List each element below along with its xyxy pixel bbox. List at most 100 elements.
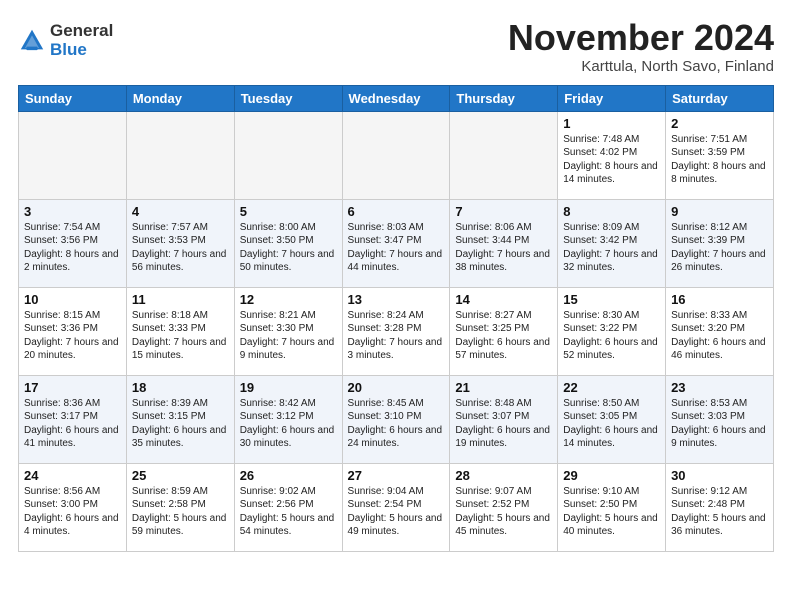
weekday-tuesday: Tuesday xyxy=(234,85,342,111)
weekday-sunday: Sunday xyxy=(19,85,127,111)
day-info: Sunrise: 8:12 AM Sunset: 3:39 PM Dayligh… xyxy=(671,221,768,275)
calendar-cell xyxy=(126,111,234,199)
day-number: 13 xyxy=(348,292,445,307)
day-info: Sunrise: 9:07 AM Sunset: 2:52 PM Dayligh… xyxy=(455,485,552,539)
day-number: 28 xyxy=(455,468,552,483)
day-info: Sunrise: 8:42 AM Sunset: 3:12 PM Dayligh… xyxy=(240,397,337,451)
calendar-cell: 27 Sunrise: 9:04 AM Sunset: 2:54 PM Dayli… xyxy=(342,463,450,551)
calendar-cell: 11 Sunrise: 8:18 AM Sunset: 3:33 PM Dayli… xyxy=(126,287,234,375)
calendar-cell: 19 Sunrise: 8:42 AM Sunset: 3:12 PM Dayli… xyxy=(234,375,342,463)
calendar-cell: 6 Sunrise: 8:03 AM Sunset: 3:47 PM Daylig… xyxy=(342,199,450,287)
day-info: Sunrise: 9:04 AM Sunset: 2:54 PM Dayligh… xyxy=(348,485,445,539)
day-number: 20 xyxy=(348,380,445,395)
calendar-cell: 23 Sunrise: 8:53 AM Sunset: 3:03 PM Dayli… xyxy=(666,375,774,463)
calendar-cell: 4 Sunrise: 7:57 AM Sunset: 3:53 PM Daylig… xyxy=(126,199,234,287)
day-info: Sunrise: 8:06 AM Sunset: 3:44 PM Dayligh… xyxy=(455,221,552,275)
day-info: Sunrise: 7:54 AM Sunset: 3:56 PM Dayligh… xyxy=(24,221,121,275)
day-info: Sunrise: 8:00 AM Sunset: 3:50 PM Dayligh… xyxy=(240,221,337,275)
day-info: Sunrise: 8:09 AM Sunset: 3:42 PM Dayligh… xyxy=(563,221,660,275)
day-number: 23 xyxy=(671,380,768,395)
day-info: Sunrise: 8:21 AM Sunset: 3:30 PM Dayligh… xyxy=(240,309,337,363)
day-info: Sunrise: 8:53 AM Sunset: 3:03 PM Dayligh… xyxy=(671,397,768,451)
weekday-friday: Friday xyxy=(558,85,666,111)
calendar-cell: 7 Sunrise: 8:06 AM Sunset: 3:44 PM Daylig… xyxy=(450,199,558,287)
week-row-3: 17 Sunrise: 8:36 AM Sunset: 3:17 PM Dayli… xyxy=(19,375,774,463)
day-number: 19 xyxy=(240,380,337,395)
day-number: 15 xyxy=(563,292,660,307)
day-number: 30 xyxy=(671,468,768,483)
day-number: 24 xyxy=(24,468,121,483)
month-title: November 2024 xyxy=(508,18,774,58)
location: Karttula, North Savo, Finland xyxy=(508,58,774,75)
day-number: 21 xyxy=(455,380,552,395)
calendar-cell: 2 Sunrise: 7:51 AM Sunset: 3:59 PM Daylig… xyxy=(666,111,774,199)
day-info: Sunrise: 9:12 AM Sunset: 2:48 PM Dayligh… xyxy=(671,485,768,539)
header: General Blue November 2024 Karttula, Nor… xyxy=(18,18,774,75)
calendar-cell: 22Sunrise: 8:50 AM Sunset: 3:05 PM Dayli… xyxy=(558,375,666,463)
calendar-cell xyxy=(234,111,342,199)
calendar-cell: 8Sunrise: 8:09 AM Sunset: 3:42 PM Daylig… xyxy=(558,199,666,287)
day-number: 7 xyxy=(455,204,552,219)
page: General Blue November 2024 Karttula, Nor… xyxy=(0,0,792,562)
day-number: 17 xyxy=(24,380,121,395)
logo-icon xyxy=(18,27,46,55)
day-info: Sunrise: 8:45 AM Sunset: 3:10 PM Dayligh… xyxy=(348,397,445,451)
calendar-cell xyxy=(342,111,450,199)
day-info: Sunrise: 8:15 AM Sunset: 3:36 PM Dayligh… xyxy=(24,309,121,363)
day-number: 29 xyxy=(563,468,660,483)
day-info: Sunrise: 8:03 AM Sunset: 3:47 PM Dayligh… xyxy=(348,221,445,275)
day-number: 22 xyxy=(563,380,660,395)
calendar-cell xyxy=(19,111,127,199)
calendar-cell: 5 Sunrise: 8:00 AM Sunset: 3:50 PM Daylig… xyxy=(234,199,342,287)
weekday-monday: Monday xyxy=(126,85,234,111)
day-info: Sunrise: 8:36 AM Sunset: 3:17 PM Dayligh… xyxy=(24,397,121,451)
day-info: Sunrise: 9:02 AM Sunset: 2:56 PM Dayligh… xyxy=(240,485,337,539)
day-info: Sunrise: 8:56 AM Sunset: 3:00 PM Dayligh… xyxy=(24,485,121,539)
day-info: Sunrise: 8:48 AM Sunset: 3:07 PM Dayligh… xyxy=(455,397,552,451)
calendar-cell: 15 Sunrise: 8:30 AM Sunset: 3:22 PM Dayli… xyxy=(558,287,666,375)
day-number: 27 xyxy=(348,468,445,483)
day-info: Sunrise: 8:27 AM Sunset: 3:25 PM Dayligh… xyxy=(455,309,552,363)
day-info: Sunrise: 7:48 AM Sunset: 4:02 PM Dayligh… xyxy=(563,133,660,187)
calendar-cell: 16Sunrise: 8:33 AM Sunset: 3:20 PM Dayli… xyxy=(666,287,774,375)
week-row-1: 3Sunrise: 7:54 AM Sunset: 3:56 PM Daylig… xyxy=(19,199,774,287)
week-row-0: 1Sunrise: 7:48 AM Sunset: 4:02 PM Daylig… xyxy=(19,111,774,199)
calendar-cell: 29Sunrise: 9:10 AM Sunset: 2:50 PM Dayli… xyxy=(558,463,666,551)
day-info: Sunrise: 8:18 AM Sunset: 3:33 PM Dayligh… xyxy=(132,309,229,363)
calendar-cell: 14Sunrise: 8:27 AM Sunset: 3:25 PM Dayli… xyxy=(450,287,558,375)
day-number: 25 xyxy=(132,468,229,483)
day-number: 12 xyxy=(240,292,337,307)
day-number: 26 xyxy=(240,468,337,483)
week-row-2: 10 Sunrise: 8:15 AM Sunset: 3:36 PM Dayli… xyxy=(19,287,774,375)
calendar-cell: 24 Sunrise: 8:56 AM Sunset: 3:00 PM Dayli… xyxy=(19,463,127,551)
calendar: SundayMondayTuesdayWednesdayThursdayFrid… xyxy=(18,85,774,552)
logo-general: General xyxy=(50,21,113,40)
day-number: 6 xyxy=(348,204,445,219)
day-info: Sunrise: 8:39 AM Sunset: 3:15 PM Dayligh… xyxy=(132,397,229,451)
calendar-cell: 18Sunrise: 8:39 AM Sunset: 3:15 PM Dayli… xyxy=(126,375,234,463)
weekday-header-row: SundayMondayTuesdayWednesdayThursdayFrid… xyxy=(19,85,774,111)
day-number: 5 xyxy=(240,204,337,219)
calendar-cell: 26 Sunrise: 9:02 AM Sunset: 2:56 PM Dayli… xyxy=(234,463,342,551)
day-info: Sunrise: 8:24 AM Sunset: 3:28 PM Dayligh… xyxy=(348,309,445,363)
day-info: Sunrise: 8:30 AM Sunset: 3:22 PM Dayligh… xyxy=(563,309,660,363)
calendar-cell: 30 Sunrise: 9:12 AM Sunset: 2:48 PM Dayli… xyxy=(666,463,774,551)
day-number: 11 xyxy=(132,292,229,307)
day-number: 10 xyxy=(24,292,121,307)
day-number: 4 xyxy=(132,204,229,219)
calendar-cell: 25Sunrise: 8:59 AM Sunset: 2:58 PM Dayli… xyxy=(126,463,234,551)
day-info: Sunrise: 7:57 AM Sunset: 3:53 PM Dayligh… xyxy=(132,221,229,275)
weekday-thursday: Thursday xyxy=(450,85,558,111)
calendar-cell: 10 Sunrise: 8:15 AM Sunset: 3:36 PM Dayli… xyxy=(19,287,127,375)
weekday-saturday: Saturday xyxy=(666,85,774,111)
day-number: 9 xyxy=(671,204,768,219)
day-info: Sunrise: 8:33 AM Sunset: 3:20 PM Dayligh… xyxy=(671,309,768,363)
calendar-cell: 9 Sunrise: 8:12 AM Sunset: 3:39 PM Daylig… xyxy=(666,199,774,287)
calendar-cell: 13 Sunrise: 8:24 AM Sunset: 3:28 PM Dayli… xyxy=(342,287,450,375)
logo: General Blue xyxy=(18,22,113,59)
day-number: 2 xyxy=(671,116,768,131)
calendar-cell: 12 Sunrise: 8:21 AM Sunset: 3:30 PM Dayli… xyxy=(234,287,342,375)
calendar-cell: 17 Sunrise: 8:36 AM Sunset: 3:17 PM Dayli… xyxy=(19,375,127,463)
day-info: Sunrise: 7:51 AM Sunset: 3:59 PM Dayligh… xyxy=(671,133,768,187)
title-block: November 2024 Karttula, North Savo, Finl… xyxy=(508,18,774,75)
